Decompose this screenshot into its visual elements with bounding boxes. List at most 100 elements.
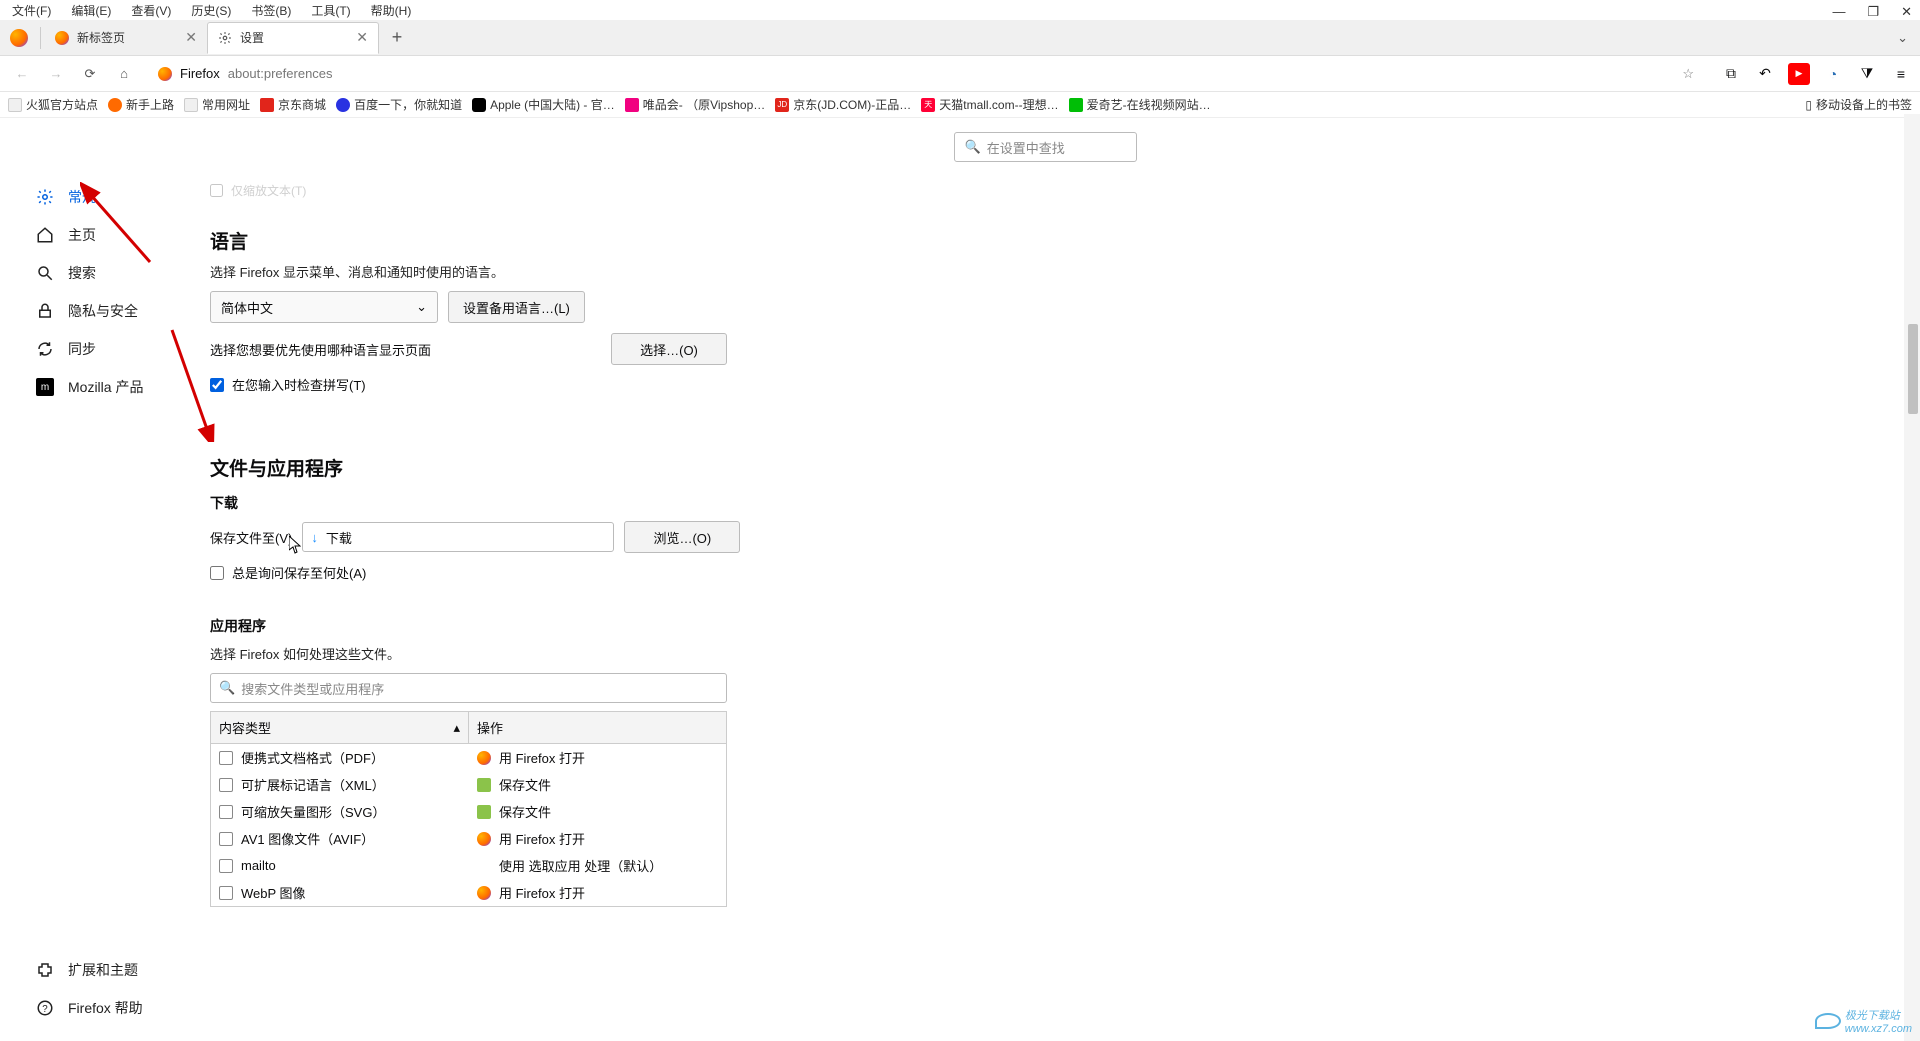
- back-button[interactable]: ←: [8, 60, 36, 88]
- bookmarks-bar: 火狐官方站点 新手上路 常用网址 京东商城 百度一下，你就知道 Apple (中…: [0, 92, 1920, 118]
- filetype-icon: [219, 832, 233, 846]
- sidebar-item-help[interactable]: ? Firefox 帮助: [0, 989, 200, 1027]
- table-row[interactable]: mailto使用 选取应用 处理（默认）: [211, 852, 726, 879]
- extensions-icon[interactable]: ⧩: [1856, 63, 1878, 85]
- set-alternative-language-button[interactable]: 设置备用语言…(L): [448, 291, 585, 323]
- sidebar-item-mozilla[interactable]: m Mozilla 产品: [0, 368, 200, 406]
- table-row[interactable]: WebP 图像用 Firefox 打开: [211, 879, 726, 906]
- firefox-icon: [477, 886, 491, 900]
- content-type: 可扩展标记语言（XML）: [241, 775, 385, 794]
- sidebar-label: Firefox 帮助: [68, 998, 143, 1018]
- sidebar-item-extensions[interactable]: 扩展和主题: [0, 951, 200, 989]
- toolbar-right: ⧉ ↶ ▶ ◔ ⧩ ≡: [1720, 63, 1912, 85]
- settings-search-input[interactable]: 🔍 在设置中查找: [954, 132, 1137, 162]
- filetype-icon: [219, 805, 233, 819]
- download-arrow-icon: ↓: [311, 530, 318, 545]
- youtube-icon[interactable]: ▶: [1788, 63, 1810, 85]
- applications-search-input[interactable]: 🔍 搜索文件类型或应用程序: [210, 673, 727, 703]
- bookmark-item[interactable]: 新手上路: [108, 96, 174, 113]
- mouse-cursor: [289, 536, 301, 554]
- app-menu-icon[interactable]: ≡: [1890, 63, 1912, 85]
- scrollbar-thumb[interactable]: [1908, 324, 1918, 414]
- download-path-input[interactable]: ↓ 下载: [302, 522, 614, 552]
- firefox-icon: [10, 29, 28, 47]
- svg-text:?: ?: [42, 1004, 48, 1015]
- menu-file[interactable]: 文件(F): [6, 0, 57, 21]
- always-ask-label: 总是询问保存至何处(A): [232, 563, 366, 582]
- jd-icon: [260, 98, 274, 112]
- home-button[interactable]: ⌂: [110, 60, 138, 88]
- bookmark-item[interactable]: 天天猫tmall.com--理想…: [921, 96, 1058, 113]
- zoom-text-only-checkbox[interactable]: [210, 184, 223, 197]
- bookmark-item[interactable]: Apple (中国大陆) - 官…: [472, 96, 615, 113]
- menu-history[interactable]: 历史(S): [185, 0, 237, 21]
- close-tab-icon[interactable]: ✕: [356, 29, 368, 46]
- table-row[interactable]: 可扩展标记语言（XML）保存文件: [211, 771, 726, 798]
- always-ask-checkbox[interactable]: [210, 566, 224, 580]
- col-action[interactable]: 操作: [469, 712, 726, 743]
- filetype-icon: [219, 751, 233, 765]
- save-icon: [477, 805, 491, 819]
- menu-tools[interactable]: 工具(T): [305, 0, 356, 21]
- menu-bar: 文件(F) 编辑(E) 查看(V) 历史(S) 书签(B) 工具(T) 帮助(H…: [0, 0, 1920, 20]
- mozilla-icon: m: [36, 378, 54, 396]
- downloads-heading: 下载: [210, 493, 750, 513]
- bookmark-item[interactable]: JD京东(JD.COM)-正品…: [775, 96, 911, 113]
- tab-label: 新标签页: [77, 29, 125, 46]
- menu-edit[interactable]: 编辑(E): [65, 0, 117, 21]
- sidebar-item-privacy[interactable]: 隐私与安全: [0, 292, 200, 330]
- iqiyi-icon: [1069, 98, 1083, 112]
- bookmark-star-icon[interactable]: ☆: [1682, 66, 1694, 82]
- extension-icon[interactable]: ◔: [1822, 63, 1844, 85]
- sidebar-item-general[interactable]: 常规: [0, 178, 200, 216]
- spellcheck-checkbox[interactable]: [210, 378, 224, 392]
- new-tab-button[interactable]: +: [385, 26, 409, 50]
- window-controls: — ❐ ✕: [1832, 4, 1912, 20]
- settings-main: 🔍 在设置中查找 仅缩放文本(T) 语言 选择 Firefox 显示菜单、消息和…: [200, 118, 1920, 1041]
- language-desc: 选择 Firefox 显示菜单、消息和通知时使用的语言。: [210, 262, 750, 281]
- tab-settings[interactable]: 设置 ✕: [207, 22, 379, 54]
- close-window-button[interactable]: ✕: [1901, 4, 1912, 20]
- app-search-placeholder: 搜索文件类型或应用程序: [241, 679, 384, 698]
- sidebar-item-home[interactable]: 主页: [0, 216, 200, 254]
- undo-icon[interactable]: ↶: [1754, 63, 1776, 85]
- spellcheck-checkbox-row[interactable]: 在您输入时检查拼写(T): [210, 375, 750, 394]
- bookmark-item[interactable]: 常用网址: [184, 96, 250, 113]
- reload-button[interactable]: ⟳: [76, 60, 104, 88]
- sidebar-item-search[interactable]: 搜索: [0, 254, 200, 292]
- sidebar-item-sync[interactable]: 同步: [0, 330, 200, 368]
- forward-button[interactable]: →: [42, 60, 70, 88]
- sync-icon: [36, 340, 54, 358]
- screenshot-icon[interactable]: ⧉: [1720, 63, 1742, 85]
- browse-button[interactable]: 浏览…(O): [624, 521, 740, 553]
- close-tab-icon[interactable]: ✕: [185, 29, 197, 46]
- vertical-scrollbar[interactable]: [1904, 114, 1920, 1041]
- choose-language-button[interactable]: 选择…(O): [611, 333, 727, 365]
- always-ask-checkbox-row[interactable]: 总是询问保存至何处(A): [210, 563, 750, 582]
- menu-help[interactable]: 帮助(H): [365, 0, 418, 21]
- col-content-type[interactable]: 内容类型▴: [211, 712, 469, 743]
- bookmark-item[interactable]: 京东商城: [260, 96, 326, 113]
- firefox-icon: [477, 832, 491, 846]
- maximize-button[interactable]: ❐: [1867, 4, 1879, 20]
- filetype-icon: [219, 886, 233, 900]
- bookmark-item[interactable]: 百度一下，你就知道: [336, 96, 462, 113]
- baidu-icon: [336, 98, 350, 112]
- minimize-button[interactable]: —: [1832, 4, 1845, 20]
- language-select[interactable]: 简体中文 ⌄: [210, 291, 438, 323]
- watermark-logo-icon: [1815, 1013, 1841, 1029]
- help-icon: ?: [36, 999, 54, 1017]
- bookmark-item[interactable]: 爱奇艺-在线视频网站…: [1069, 96, 1211, 113]
- bookmark-item[interactable]: 唯品会- （原Vipshop…: [625, 96, 765, 113]
- table-row[interactable]: 便携式文档格式（PDF）用 Firefox 打开: [211, 744, 726, 771]
- menu-bookmarks[interactable]: 书签(B): [245, 0, 297, 21]
- tab-newtab[interactable]: 新标签页 ✕: [45, 22, 207, 54]
- menu-view[interactable]: 查看(V): [125, 0, 177, 21]
- table-row[interactable]: 可缩放矢量图形（SVG）保存文件: [211, 798, 726, 825]
- tmall-icon: 天: [921, 98, 935, 112]
- tabs-dropdown-icon[interactable]: ⌄: [1897, 30, 1908, 46]
- bookmark-mobile[interactable]: ▯移动设备上的书签: [1805, 96, 1912, 113]
- url-bar[interactable]: Firefox about:preferences ☆: [148, 59, 1704, 89]
- table-row[interactable]: AV1 图像文件（AVIF）用 Firefox 打开: [211, 825, 726, 852]
- bookmark-item[interactable]: 火狐官方站点: [8, 96, 98, 113]
